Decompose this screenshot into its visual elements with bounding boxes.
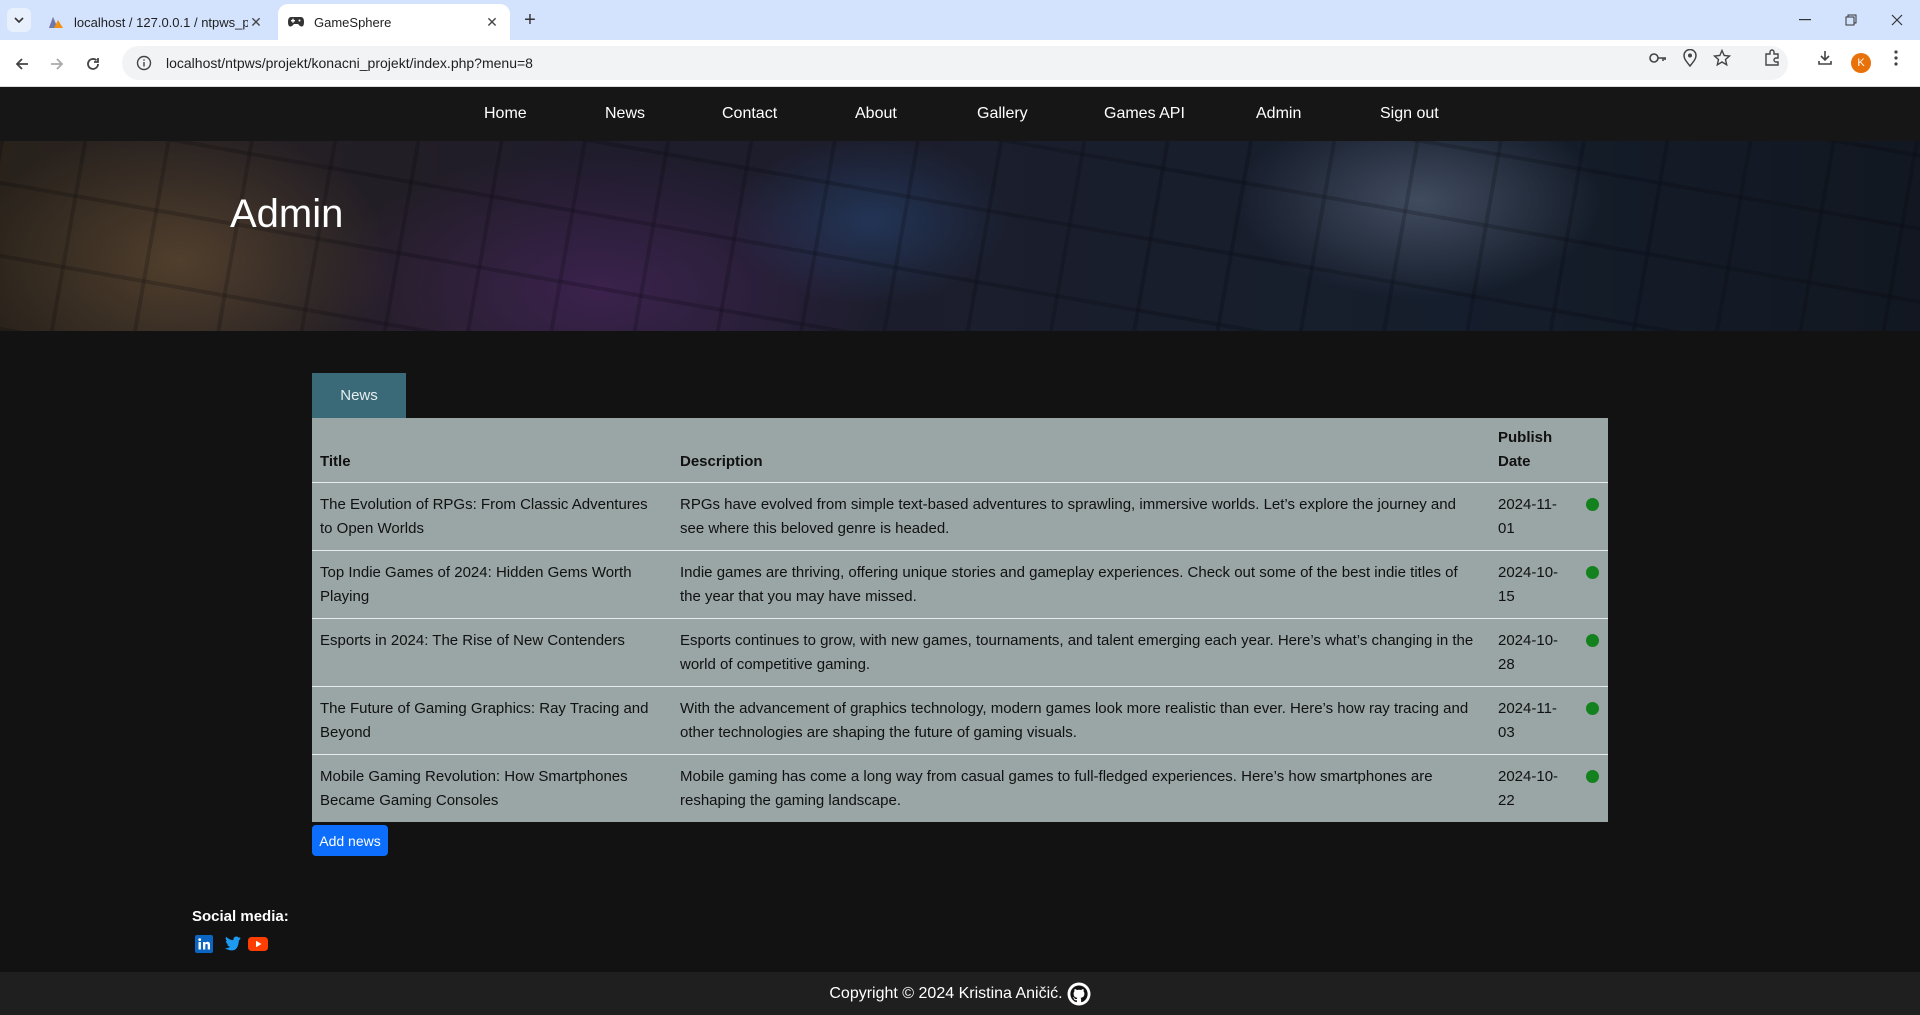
status-dot-icon — [1586, 498, 1599, 511]
phpmyadmin-icon — [48, 14, 64, 30]
tab-search-button[interactable] — [7, 8, 31, 32]
row-title: Top Indie Games of 2024: Hidden Gems Wor… — [312, 550, 672, 619]
column-publish-date: Publish Date — [1490, 418, 1578, 483]
url-text: localhost/ntpws/projekt/konacni_projekt/… — [166, 55, 533, 71]
row-date: 2024-10-22 — [1498, 768, 1559, 809]
nav-admin[interactable]: Admin — [1256, 87, 1301, 141]
tab-title: GameSphere — [314, 14, 392, 30]
forward-arrow-icon[interactable] — [43, 50, 71, 78]
close-icon[interactable]: ✕ — [484, 14, 500, 30]
news-table: Title Description Publish Date The Evolu… — [312, 418, 1608, 822]
table-row[interactable]: Mobile Gaming Revolution: How Smartphone… — [312, 755, 1608, 823]
new-tab-plus-icon[interactable]: + — [518, 8, 542, 32]
column-description: Description — [672, 418, 1490, 483]
nav-sign-out[interactable]: Sign out — [1380, 87, 1439, 141]
linkedin-icon[interactable] — [194, 934, 214, 954]
row-date: 2024-10-15 — [1490, 550, 1578, 619]
status-dot-icon — [1586, 566, 1599, 579]
bookmark-star-icon[interactable] — [1712, 48, 1732, 68]
social-media-label: Social media: — [192, 908, 289, 925]
minimize-icon[interactable] — [1782, 0, 1828, 40]
row-title: Esports in 2024: The Rise of New Contend… — [312, 618, 672, 687]
table-row[interactable]: The Future of Gaming Graphics: Ray Traci… — [312, 686, 1608, 755]
status-dot-icon — [1586, 634, 1599, 647]
row-description: With the advancement of graphics technol… — [672, 686, 1490, 755]
browser-toolbar: localhost/ntpws/projekt/konacni_projekt/… — [0, 40, 1920, 87]
row-date: 2024-11-01 — [1490, 482, 1578, 551]
table-row[interactable]: Top Indie Games of 2024: Hidden Gems Wor… — [312, 550, 1608, 619]
youtube-icon[interactable] — [248, 934, 268, 954]
row-description: Esports continues to grow, with new game… — [672, 618, 1490, 687]
tab-news[interactable]: News — [312, 373, 406, 418]
nav-news[interactable]: News — [605, 87, 645, 141]
footer: Copyright © 2024 Kristina Aničić. — [0, 972, 1920, 1015]
twitter-icon[interactable] — [221, 934, 241, 954]
nav-home[interactable]: Home — [484, 87, 527, 141]
page-title: Admin — [230, 192, 344, 236]
reload-icon[interactable] — [79, 50, 107, 78]
nav-gallery[interactable]: Gallery — [977, 87, 1028, 141]
key-icon[interactable] — [1648, 48, 1668, 68]
column-status — [1578, 418, 1608, 483]
status-dot-icon — [1586, 770, 1599, 783]
browser-tab-phpmyadmin[interactable]: localhost / 127.0.0.1 / ntpws_pr ✕ — [38, 4, 274, 40]
restore-icon[interactable] — [1828, 0, 1874, 40]
row-title: Mobile Gaming Revolution: How Smartphone… — [320, 768, 628, 809]
add-news-button[interactable]: Add news — [312, 825, 388, 856]
tab-title: localhost / 127.0.0.1 / ntpws_pr — [74, 14, 248, 30]
row-description: Indie games are thriving, offering uniqu… — [672, 550, 1490, 619]
column-title: Title — [312, 418, 672, 483]
download-icon[interactable] — [1815, 48, 1835, 68]
nav-about[interactable]: About — [855, 87, 897, 141]
back-arrow-icon[interactable] — [8, 50, 36, 78]
github-icon[interactable] — [1067, 982, 1091, 1006]
copyright-text: Copyright © 2024 Kristina Aničić. — [829, 984, 1063, 1002]
nav-contact[interactable]: Contact — [722, 87, 777, 141]
row-title: The Future of Gaming Graphics: Ray Traci… — [312, 686, 672, 755]
site-nav: Home News Contact About Gallery Games AP… — [0, 87, 1920, 141]
browser-tab-bar: localhost / 127.0.0.1 / ntpws_pr ✕ GameS… — [0, 0, 1920, 40]
hero-banner: Admin — [0, 141, 1920, 331]
table-header-row: Title Description Publish Date — [312, 418, 1608, 483]
row-title: The Evolution of RPGs: From Classic Adve… — [312, 482, 672, 551]
location-pin-icon[interactable] — [1680, 48, 1700, 68]
row-date: 2024-10-28 — [1490, 618, 1578, 687]
site-info-icon[interactable] — [136, 55, 152, 71]
table-row[interactable]: The Evolution of RPGs: From Classic Adve… — [312, 482, 1608, 551]
row-date: 2024-11-03 — [1490, 686, 1578, 755]
gamepad-icon — [288, 14, 304, 30]
address-bar[interactable]: localhost/ntpws/projekt/konacni_projekt/… — [122, 46, 1788, 80]
close-icon[interactable]: ✕ — [248, 14, 264, 30]
browser-tab-gamesphere[interactable]: GameSphere ✕ — [278, 4, 510, 40]
nav-games-api[interactable]: Games API — [1104, 87, 1185, 141]
chevron-down-icon — [14, 17, 24, 24]
row-description: Mobile gaming has come a long way from c… — [680, 768, 1433, 809]
profile-avatar[interactable]: K — [1851, 53, 1871, 73]
row-description: RPGs have evolved from simple text-based… — [672, 482, 1490, 551]
more-menu-icon[interactable] — [1886, 48, 1906, 68]
status-dot-icon — [1586, 702, 1599, 715]
close-window-icon[interactable] — [1874, 0, 1920, 40]
table-row[interactable]: Esports in 2024: The Rise of New Contend… — [312, 618, 1608, 687]
extensions-puzzle-icon[interactable] — [1762, 48, 1782, 68]
